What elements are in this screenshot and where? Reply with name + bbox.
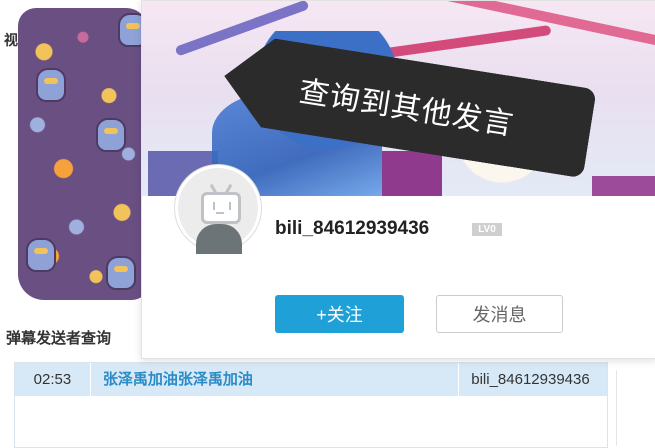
avatar[interactable] [175,165,261,254]
username[interactable]: bili_84612939436 [275,218,429,240]
gift-decoration [382,151,442,196]
tv-mouth-icon [216,212,224,214]
section-label-top: 视 [4,32,18,48]
owl-decoration [26,238,56,272]
row-content: 张泽禹加油张泽禹加油 [91,363,460,396]
row-time: 02:53 [15,363,91,396]
decorative-pattern-image [18,8,148,300]
send-message-button[interactable]: 发消息 [436,295,563,333]
divider [616,370,617,446]
danmaku-sender-query-title: 弹幕发送者查询 [6,330,112,347]
gift-decoration [592,176,655,196]
owl-decoration [96,118,126,152]
follow-button[interactable]: +关注 [275,295,404,333]
tv-eyes-icon [213,202,231,210]
table-row[interactable]: 02:53 张泽禹加油张泽禹加油 bili_84612939436 [15,363,607,396]
avatar-body-icon [196,224,242,254]
results-table: 02:53 张泽禹加油张泽禹加油 bili_84612939436 [14,362,608,448]
owl-decoration [106,256,136,290]
row-user[interactable]: bili_84612939436 [459,363,607,396]
owl-decoration [36,68,66,102]
level-badge: LV0 [472,223,502,236]
tv-icon [201,192,241,224]
